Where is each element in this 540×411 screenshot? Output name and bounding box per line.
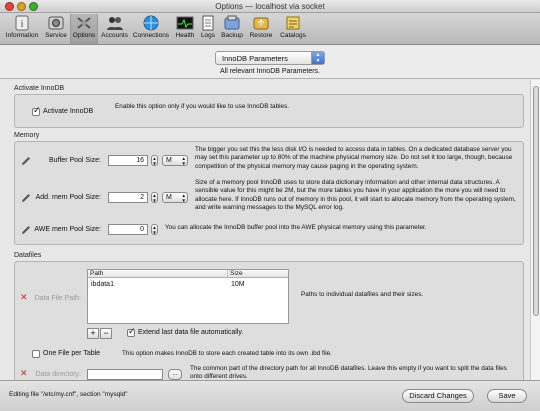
data-directory-description: The common part of the directory path fo…: [190, 365, 507, 380]
backup-icon: [224, 15, 240, 30]
invalid-x-icon: ✕: [20, 369, 28, 379]
restore-icon: [253, 17, 269, 30]
activate-description: Enable this option only if you would lik…: [115, 103, 290, 110]
datafile-size-cell[interactable]: 10M: [231, 281, 245, 288]
section-selector-bar: InnoDB Parameters ▲ ▼ All relevant InnoDB…: [0, 45, 540, 79]
toolbar-item-restore[interactable]: Restore: [247, 14, 275, 44]
connections-icon: [143, 15, 159, 31]
parameter-group-select[interactable]: InnoDB Parameters ▲ ▼: [215, 51, 325, 65]
one-file-per-table-label: One File per Table: [43, 350, 101, 357]
section-subtitle: All relevant InnoDB Parameters.: [220, 68, 320, 75]
datafiles-section-label: Datafiles: [14, 252, 42, 259]
column-header-size[interactable]: Size: [228, 270, 288, 278]
discard-changes-button[interactable]: Discard Changes: [402, 389, 474, 403]
toolbar-item-health[interactable]: Health: [172, 14, 198, 44]
remove-datafile-button[interactable]: −: [100, 328, 112, 339]
svg-text:i: i: [21, 19, 24, 30]
information-icon: i: [15, 15, 29, 31]
unit-arrows-icon: ▲ ▼: [181, 193, 186, 203]
select-arrows-icon: ▲ ▼: [311, 52, 324, 64]
add-datafile-button[interactable]: +: [87, 328, 99, 339]
status-bar: Editing file "/etc/my.cnf", section "mys…: [0, 380, 540, 411]
browse-directory-button[interactable]: ...: [168, 369, 182, 380]
one-file-per-table-checkbox[interactable]: [32, 350, 40, 358]
add-mem-pool-label: Add. mem Pool Size:: [35, 194, 101, 201]
parameter-group-value: InnoDB Parameters: [222, 54, 288, 63]
extend-autoextend-checkbox[interactable]: [127, 327, 136, 337]
status-text: Editing file "/etc/my.cnf", section "mys…: [9, 391, 128, 398]
catalogs-icon: [286, 16, 300, 30]
add-mem-pool-unit-select[interactable]: M ▲ ▼: [162, 192, 188, 203]
toolbar-item-connections[interactable]: Connections: [132, 14, 170, 44]
extend-autoextend-label: Extend last data file automatically.: [138, 329, 244, 336]
health-icon: [176, 16, 194, 30]
save-button[interactable]: Save: [487, 389, 527, 403]
one-file-per-table-description: This option makes InnoDB to store each c…: [122, 350, 332, 357]
data-file-path-label: Data File Path:: [34, 295, 81, 302]
options-content: Activate InnoDB Activate InnoDB Enable t…: [0, 80, 530, 380]
buffer-pool-label: Buffer Pool Size:: [48, 157, 101, 164]
activate-group: Activate InnoDB Enable this option only …: [14, 94, 524, 128]
buffer-pool-unit-value: M: [166, 157, 172, 164]
data-file-table[interactable]: Path Size ibdata1 10M: [87, 269, 289, 324]
awe-mem-pool-stepper[interactable]: ▲ ▼: [151, 224, 158, 235]
datafiles-group: ✕ Data File Path: Path Size ibdata1 10M …: [14, 261, 524, 380]
toolbar-item-accounts[interactable]: Accounts: [99, 14, 130, 44]
toolbar-item-options[interactable]: Options: [70, 14, 98, 44]
buffer-pool-unit-select[interactable]: M ▲ ▼: [162, 155, 188, 166]
activate-innodb-checkbox[interactable]: [32, 106, 41, 116]
add-mem-pool-input[interactable]: 2: [108, 192, 148, 203]
toolbar-item-service[interactable]: Service: [43, 14, 69, 44]
data-directory-input[interactable]: [87, 369, 163, 380]
vertical-scrollbar[interactable]: [530, 80, 540, 380]
activate-innodb-label: Activate InnoDB: [43, 108, 94, 115]
pencil-icon: [22, 157, 30, 165]
invalid-x-icon: ✕: [20, 293, 28, 303]
toolbar-item-logs[interactable]: Logs: [199, 14, 217, 44]
buffer-pool-stepper[interactable]: ▲ ▼: [151, 155, 158, 166]
toolbar-item-information[interactable]: i Information: [3, 14, 41, 44]
awe-mem-pool-description: You can allocate the InnoDB buffer pool …: [165, 224, 427, 231]
buffer-pool-description: The bigger you set this the less disk I/…: [195, 146, 513, 170]
activate-section-label: Activate InnoDB: [14, 85, 65, 92]
window-title: Options — localhost via socket: [215, 2, 325, 11]
service-icon: [48, 16, 64, 30]
options-icon: [77, 17, 91, 29]
logs-icon: [202, 15, 214, 31]
data-file-path-description: Paths to individual datafiles and their …: [301, 291, 424, 298]
memory-section-label: Memory: [14, 132, 40, 139]
add-mem-pool-stepper[interactable]: ▲ ▼: [151, 192, 158, 203]
scrollbar-thumb[interactable]: [533, 86, 539, 316]
toolbar-item-backup[interactable]: Backup: [219, 14, 245, 44]
datafile-path-cell[interactable]: ibdata1: [91, 281, 114, 288]
data-directory-label: Data directory:: [35, 371, 81, 378]
toolbar: i Information Service Options Accounts C…: [0, 13, 540, 45]
awe-mem-pool-input[interactable]: 0: [108, 224, 148, 235]
buffer-pool-input[interactable]: 16: [108, 155, 148, 166]
add-mem-pool-description: Size of a memory pool InnoDB uses to sto…: [195, 179, 516, 212]
add-mem-pool-unit-value: M: [166, 194, 172, 201]
column-header-path[interactable]: Path: [88, 270, 228, 278]
unit-arrows-icon: ▲ ▼: [181, 156, 186, 166]
toolbar-item-catalogs[interactable]: Catalogs: [277, 14, 309, 44]
awe-mem-pool-label: AWE mem Pool Size:: [34, 226, 101, 233]
accounts-icon: [106, 17, 123, 30]
title-bar: Options — localhost via socket: [0, 0, 540, 13]
memory-group: Buffer Pool Size: 16 ▲ ▼ M ▲ ▼ The bigger y…: [14, 141, 524, 245]
